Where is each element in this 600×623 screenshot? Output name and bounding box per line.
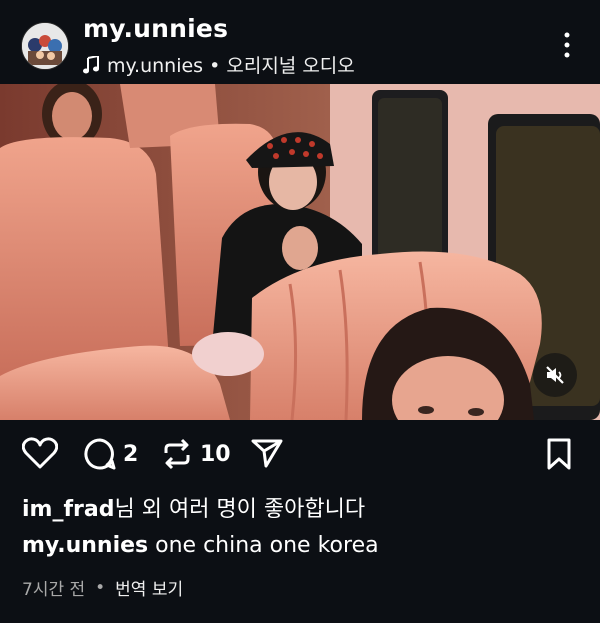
more-vertical-icon [564,32,570,58]
likes-text: 님 외 여러 명이 좋아합니다 [114,497,366,522]
repost-icon [164,438,190,470]
music-note-icon [83,54,99,74]
send-icon [251,439,283,468]
avatar[interactable] [21,22,69,70]
caption: my.unnies one china one korea [22,533,379,558]
meta-separator: • [95,577,106,598]
likes-summary[interactable]: im_frad님 외 여러 명이 좋아합니다 [22,491,365,523]
post-meta: 7시간 전 • 번역 보기 [22,575,183,601]
speaker-muted-icon [546,366,564,384]
bookmark-icon [547,438,571,470]
action-bar: 2 10 [0,425,600,483]
likes-username[interactable]: im_frad [22,497,114,522]
post-header: my.unnies my.unnies • 오리지널 오디오 [0,0,600,84]
comment-button[interactable]: 2 [83,437,138,471]
comment-count: 2 [123,441,139,467]
comment-icon [84,438,116,470]
timestamp: 7시간 전 [22,580,86,600]
share-button[interactable] [250,437,284,469]
translate-link[interactable]: 번역 보기 [115,575,183,600]
caption-username[interactable]: my.unnies [22,533,148,558]
save-button[interactable] [545,437,573,471]
post-video[interactable] [0,84,600,420]
repost-button[interactable]: 10 [160,437,231,471]
like-button[interactable] [22,437,58,469]
audio-link[interactable]: my.unnies • 오리지널 오디오 [83,51,355,78]
audio-label: my.unnies • 오리지널 오디오 [107,55,355,77]
more-options-button[interactable] [558,31,576,59]
repost-count: 10 [200,441,231,467]
heart-icon [22,437,58,469]
video-frame [0,84,600,420]
caption-text: one china one korea [155,533,379,558]
mute-button[interactable] [533,353,577,397]
username[interactable]: my.unnies [83,14,228,43]
